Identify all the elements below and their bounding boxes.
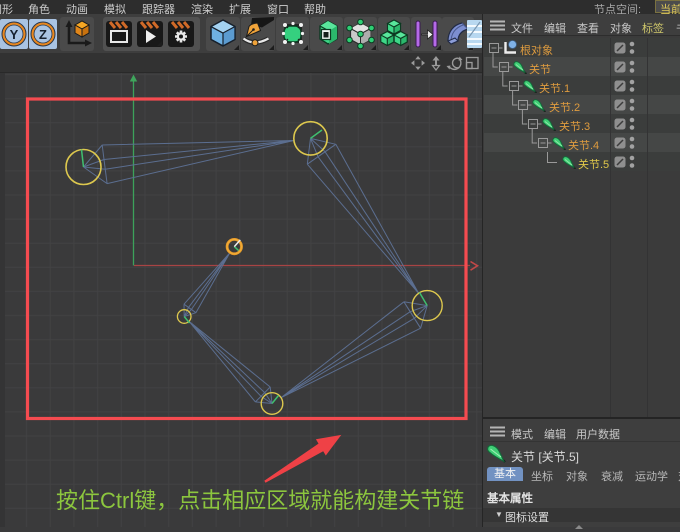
svg-text:Z: Z (39, 27, 47, 42)
svg-text:Y: Y (10, 27, 19, 42)
